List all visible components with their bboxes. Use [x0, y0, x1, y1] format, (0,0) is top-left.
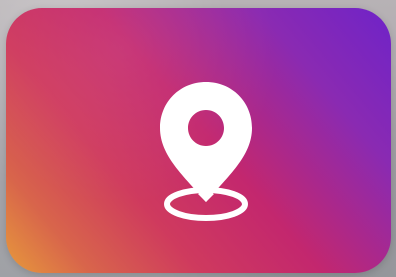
- map-pin-icon: [156, 78, 256, 228]
- location-app-tile[interactable]: [6, 8, 391, 273]
